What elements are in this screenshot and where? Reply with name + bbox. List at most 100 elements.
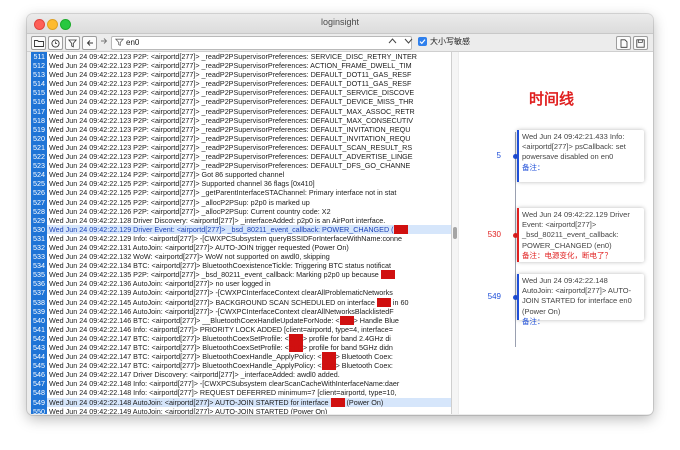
document-icon — [620, 38, 627, 48]
log-row[interactable]: 543 Wed Jun 24 09:42:22.147 BTC: <airport… — [31, 343, 451, 353]
log-row[interactable]: 544 Wed Jun 24 09:42:22.147 BTC: <airport… — [31, 352, 451, 362]
log-row[interactable]: 541 Wed Jun 24 09:42:22.146 Info: <airpor… — [31, 324, 451, 334]
timeline-event-card[interactable]: Wed Jun 24 09:42:22.129 Driver Event: <a… — [517, 208, 644, 262]
log-row[interactable]: 531 Wed Jun 24 09:42:22.129 Info: <airpor… — [31, 233, 451, 243]
log-row[interactable]: 514 Wed Jun 24 09:42:22.123 P2P: <airport… — [31, 79, 451, 89]
log-row[interactable]: 534 Wed Jun 24 09:42:22.134 BTC: <airport… — [31, 261, 451, 271]
log-row[interactable]: 547 Wed Jun 24 09:42:22.148 Info: <airpor… — [31, 379, 451, 389]
log-row[interactable]: 538 Wed Jun 24 09:42:22.145 AutoJoin: <ai… — [31, 297, 451, 307]
log-text: Wed Jun 24 09:42:22.145 AutoJoin: <airpo… — [47, 297, 408, 307]
log-row[interactable]: 548 Wed Jun 24 09:42:22.148 Info: <airpor… — [31, 388, 451, 398]
log-row[interactable]: 535 Wed Jun 24 09:42:22.135 P2P: <airport… — [31, 270, 451, 280]
search-field[interactable]: en0 — [111, 36, 412, 50]
log-row[interactable]: 528 Wed Jun 24 09:42:22.126 P2P: <airport… — [31, 206, 451, 216]
log-text-content: Wed Jun 24 09:42:22.148 Info: <airportd[… — [49, 379, 400, 389]
log-text-content: Wed Jun 24 09:42:22.147 BTC: <airportd[2… — [49, 333, 289, 343]
log-text-content: Wed Jun 24 09:42:22.134 BTC: <airportd[2… — [49, 261, 391, 271]
log-row[interactable]: 512 Wed Jun 24 09:42:22.123 P2P: <airport… — [31, 61, 451, 71]
log-row[interactable]: 517 Wed Jun 24 09:42:22.123 P2P: <airport… — [31, 106, 451, 116]
timeline-line-number[interactable]: 530 — [459, 230, 501, 239]
filter-button[interactable] — [65, 36, 80, 50]
log-text: Wed Jun 24 09:42:22.149 AutoJoin: <airpo… — [47, 407, 327, 414]
search-match-highlight: en0 — [380, 270, 395, 280]
back-button[interactable] — [82, 36, 97, 50]
timeline-event-card[interactable]: Wed Jun 24 09:42:22.148 AutoJoin: <airpo… — [517, 274, 644, 326]
log-row[interactable]: 518 Wed Jun 24 09:42:22.123 P2P: <airport… — [31, 115, 451, 125]
log-row[interactable]: 527 Wed Jun 24 09:42:22.125 P2P: <airport… — [31, 197, 451, 207]
log-row[interactable]: 546 Wed Jun 24 09:42:22.147 Driver Discov… — [31, 370, 451, 380]
log-row[interactable]: 525 Wed Jun 24 09:42:22.125 P2P: <airport… — [31, 179, 451, 189]
log-text: Wed Jun 24 09:42:22.123 P2P: <airportd[2… — [47, 143, 412, 152]
log-text-content: Wed Jun 24 09:42:22.146 Info: <airportd[… — [49, 324, 393, 334]
log-text: Wed Jun 24 09:42:22.132 WoW: <airportd[2… — [47, 252, 330, 261]
window-title: loginsight — [320, 17, 360, 27]
line-number: 515 — [31, 88, 47, 98]
log-row[interactable]: 516 Wed Jun 24 09:42:22.123 P2P: <airport… — [31, 97, 451, 107]
log-row[interactable]: 530 Wed Jun 24 09:42:22.129 Driver Event:… — [31, 224, 451, 234]
line-number: 514 — [31, 79, 47, 89]
event-note[interactable]: 备注： — [522, 317, 640, 327]
line-number: 520 — [31, 133, 47, 143]
log-row[interactable]: 549 Wed Jun 24 09:42:22.148 AutoJoin: <ai… — [31, 397, 451, 407]
line-number: 546 — [31, 370, 47, 380]
search-input[interactable]: en0 — [126, 37, 139, 49]
log-row[interactable]: 542 Wed Jun 24 09:42:22.147 BTC: <airport… — [31, 333, 451, 343]
line-number: 534 — [31, 261, 47, 271]
log-row[interactable]: 526 Wed Jun 24 09:42:22.125 P2P: <airport… — [31, 188, 451, 198]
chevron-up-icon — [388, 38, 397, 44]
log-row[interactable]: 539 Wed Jun 24 09:42:22.146 AutoJoin: <ai… — [31, 306, 451, 316]
timeline-line-number[interactable]: 5 — [459, 151, 501, 160]
event-note[interactable]: 备注： — [522, 163, 640, 173]
timeline-event-card[interactable]: Wed Jun 24 09:42:21.433 Info: <airportd[… — [517, 130, 644, 182]
log-row[interactable]: 515 Wed Jun 24 09:42:22.123 P2P: <airport… — [31, 88, 451, 98]
log-row[interactable]: 519 Wed Jun 24 09:42:22.123 P2P: <airport… — [31, 124, 451, 134]
log-row[interactable]: 536 Wed Jun 24 09:42:22.136 AutoJoin: <ai… — [31, 279, 451, 289]
log-row[interactable]: 540 Wed Jun 24 09:42:22.146 BTC: <airport… — [31, 315, 451, 325]
save-icon — [636, 38, 645, 48]
log-text: Wed Jun 24 09:42:22.146 AutoJoin: <airpo… — [47, 307, 394, 316]
log-text-content: Wed Jun 24 09:42:22.123 P2P: <airportd[2… — [49, 124, 411, 134]
log-text-content: Wed Jun 24 09:42:22.123 P2P: <airportd[2… — [49, 79, 412, 89]
copy-button[interactable] — [616, 36, 631, 50]
log-row[interactable]: 524 Wed Jun 24 09:42:22.124 P2P: <airport… — [31, 170, 451, 180]
log-scrollbar[interactable] — [452, 52, 458, 414]
forward-button[interactable] — [100, 35, 108, 49]
log-text-tail: > Handle Blue — [353, 315, 399, 325]
log-text-content: Wed Jun 24 09:42:22.135 P2P: <airportd[2… — [49, 270, 381, 280]
scrollbar-thumb[interactable] — [453, 227, 457, 239]
save-button[interactable] — [633, 36, 648, 50]
log-row[interactable]: 532 Wed Jun 24 09:42:22.131 AutoJoin: <ai… — [31, 242, 451, 253]
log-row[interactable]: 523 Wed Jun 24 09:42:22.123 P2P: <airport… — [31, 161, 451, 171]
log-text-content: Wed Jun 24 09:42:22.123 P2P: <airportd[2… — [49, 115, 414, 125]
log-row[interactable]: 529 Wed Jun 24 09:42:22.128 Driver Discov… — [31, 215, 451, 225]
log-text: Wed Jun 24 09:42:22.123 P2P: <airportd[2… — [47, 134, 410, 143]
log-text: Wed Jun 24 09:42:22.147 BTC: <airportd[2… — [47, 343, 393, 352]
log-row[interactable]: 550 Wed Jun 24 09:42:22.149 AutoJoin: <ai… — [31, 406, 451, 414]
line-number: 543 — [31, 343, 47, 353]
timeline-line-number[interactable]: 549 — [459, 292, 501, 301]
log-text-content: Wed Jun 24 09:42:22.129 Driver Event: <a… — [49, 224, 394, 234]
log-row[interactable]: 537 Wed Jun 24 09:42:22.139 AutoJoin: <ai… — [31, 288, 451, 298]
log-row[interactable]: 533 Wed Jun 24 09:42:22.132 WoW: <airport… — [31, 252, 451, 262]
clock-button[interactable] — [48, 36, 63, 50]
event-note[interactable]: 备注：电源变化，断电了？ — [522, 251, 640, 261]
next-match-button[interactable] — [404, 35, 413, 49]
event-card-body: Wed Jun 24 09:42:21.433 Info: <airportd[… — [517, 130, 644, 175]
case-sensitive-checkbox[interactable] — [418, 37, 427, 46]
log-text: Wed Jun 24 09:42:22.123 P2P: <airportd[2… — [47, 88, 414, 97]
log-row[interactable]: 522 Wed Jun 24 09:42:22.123 P2P: <airport… — [31, 152, 451, 162]
log-row[interactable]: 545 Wed Jun 24 09:42:22.147 BTC: <airport… — [31, 361, 451, 371]
log-view[interactable]: 511 Wed Jun 24 09:42:22.123 P2P: <airport… — [31, 52, 452, 414]
previous-match-button[interactable] — [388, 35, 397, 49]
log-row[interactable]: 520 Wed Jun 24 09:42:22.123 P2P: <airport… — [31, 133, 451, 143]
event-card-body: Wed Jun 24 09:42:22.129 Driver Event: <a… — [517, 208, 644, 263]
log-text-content: Wed Jun 24 09:42:22.146 AutoJoin: <airpo… — [49, 306, 394, 316]
open-folder-button[interactable] — [31, 36, 46, 50]
log-row[interactable]: 521 Wed Jun 24 09:42:22.123 P2P: <airport… — [31, 142, 451, 153]
log-row[interactable]: 513 Wed Jun 24 09:42:22.123 P2P: <airport… — [31, 70, 451, 80]
event-log-text: Wed Jun 24 09:42:22.148 AutoJoin: <airpo… — [522, 276, 632, 316]
log-row[interactable]: 511 Wed Jun 24 09:42:22.123 P2P: <airport… — [31, 52, 451, 62]
log-text-content: Wed Jun 24 09:42:22.145 AutoJoin: <airpo… — [49, 297, 377, 307]
event-card-body: Wed Jun 24 09:42:22.148 AutoJoin: <airpo… — [517, 274, 644, 329]
log-text-content: Wed Jun 24 09:42:22.139 AutoJoin: <airpo… — [49, 288, 393, 298]
